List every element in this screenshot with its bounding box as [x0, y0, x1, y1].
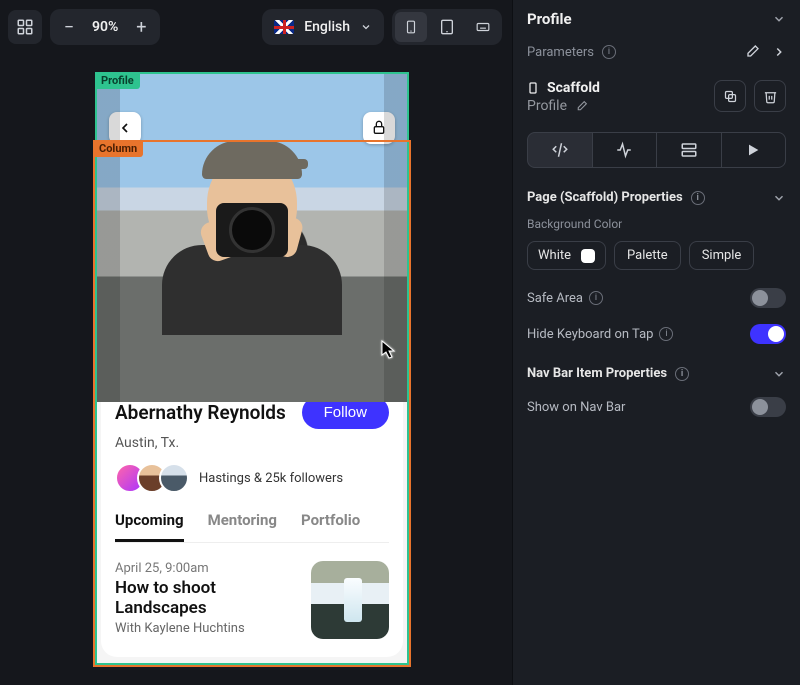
language-label: English: [304, 19, 350, 35]
tab-mentoring[interactable]: Mentoring: [208, 511, 277, 542]
event-item[interactable]: April 25, 9:00am How to shoot Landscapes…: [115, 561, 389, 639]
segment-actions[interactable]: [593, 132, 658, 168]
parameters-label: Parameters: [527, 45, 594, 60]
show-on-nav-label: Show on Nav Bar: [527, 400, 625, 415]
device-tablet-button[interactable]: [431, 12, 463, 42]
device-preview-group: [392, 9, 502, 45]
info-icon[interactable]: i: [659, 327, 673, 341]
language-selector[interactable]: English: [262, 9, 384, 45]
event-title: How to shoot Landscapes: [115, 578, 297, 618]
chevron-down-icon[interactable]: [772, 367, 786, 381]
edit-param-button[interactable]: [744, 44, 760, 60]
chevron-down-icon[interactable]: [772, 12, 786, 26]
zoom-level: 90%: [88, 19, 122, 35]
chevron-right-icon[interactable]: [772, 45, 786, 59]
phone-preview: Abernathy Reynolds Follow Austin, Tx. Ha…: [95, 72, 409, 665]
follower-avatars: [115, 463, 189, 493]
copy-button[interactable]: [714, 80, 746, 112]
properties-panel: Profile Parameters i Scaffold Profi: [512, 0, 800, 685]
tab-portfolio[interactable]: Portfolio: [301, 511, 360, 542]
person-illustration: [162, 153, 342, 353]
segment-layout[interactable]: [527, 132, 593, 168]
bg-color-value[interactable]: White: [527, 241, 606, 270]
edit-icon[interactable]: [575, 100, 588, 113]
hide-keyboard-label: Hide Keyboard on Tap: [527, 327, 653, 342]
camera-icon: [216, 203, 288, 257]
show-on-nav-toggle[interactable]: [750, 397, 786, 417]
scaffold-subtitle: Profile: [527, 98, 567, 114]
safe-area-label: Safe Area: [527, 291, 583, 306]
avatar: [159, 463, 189, 493]
info-icon[interactable]: i: [691, 191, 705, 205]
profile-card: Abernathy Reynolds Follow Austin, Tx. Ha…: [101, 380, 403, 657]
hide-keyboard-toggle[interactable]: [750, 324, 786, 344]
info-icon[interactable]: i: [675, 367, 689, 381]
segment-animate[interactable]: [722, 132, 787, 168]
navbar-properties-header: Nav Bar Item Properties: [527, 366, 667, 381]
hero-image: [95, 72, 409, 402]
scaffold-title: Scaffold: [547, 80, 600, 96]
top-toolbar: − 90% + English: [0, 0, 512, 54]
share-button[interactable]: [363, 112, 395, 144]
tab-upcoming[interactable]: Upcoming: [115, 511, 184, 542]
event-host: With Kaylene Huchtins: [115, 621, 297, 636]
delete-button[interactable]: [754, 80, 786, 112]
canvas-selection[interactable]: Abernathy Reynolds Follow Austin, Tx. Ha…: [95, 72, 409, 665]
profile-location: Austin, Tx.: [115, 435, 389, 451]
palette-button[interactable]: Palette: [614, 241, 681, 270]
safe-area-toggle[interactable]: [750, 288, 786, 308]
back-button[interactable]: [109, 112, 141, 144]
segment-backend[interactable]: [657, 132, 722, 168]
device-keyboard-button[interactable]: [467, 12, 499, 42]
event-thumbnail: [311, 561, 389, 639]
zoom-control: − 90% +: [50, 9, 160, 45]
bg-color-text: White: [538, 248, 571, 263]
device-phone-button[interactable]: [395, 12, 427, 42]
simple-button[interactable]: Simple: [689, 241, 755, 270]
phone-icon: [527, 80, 539, 96]
page-properties-header: Page (Scaffold) Properties: [527, 190, 683, 205]
zoom-in-button[interactable]: +: [126, 12, 156, 42]
profile-tabs: Upcoming Mentoring Portfolio: [115, 511, 389, 543]
bg-color-label: Background Color: [513, 213, 800, 235]
chevron-down-icon[interactable]: [772, 191, 786, 205]
info-icon[interactable]: i: [602, 45, 616, 59]
info-icon[interactable]: i: [589, 291, 603, 305]
widget-tree-button[interactable]: [8, 10, 42, 44]
uk-flag-icon: [274, 20, 294, 34]
followers-text: Hastings & 25k followers: [199, 471, 343, 486]
profile-name: Abernathy Reynolds: [115, 401, 286, 424]
zoom-out-button[interactable]: −: [54, 12, 84, 42]
color-swatch: [581, 249, 595, 263]
view-mode-segments: [513, 124, 800, 182]
panel-title: Profile: [527, 10, 572, 28]
chevron-down-icon: [360, 21, 372, 33]
event-date: April 25, 9:00am: [115, 561, 297, 576]
